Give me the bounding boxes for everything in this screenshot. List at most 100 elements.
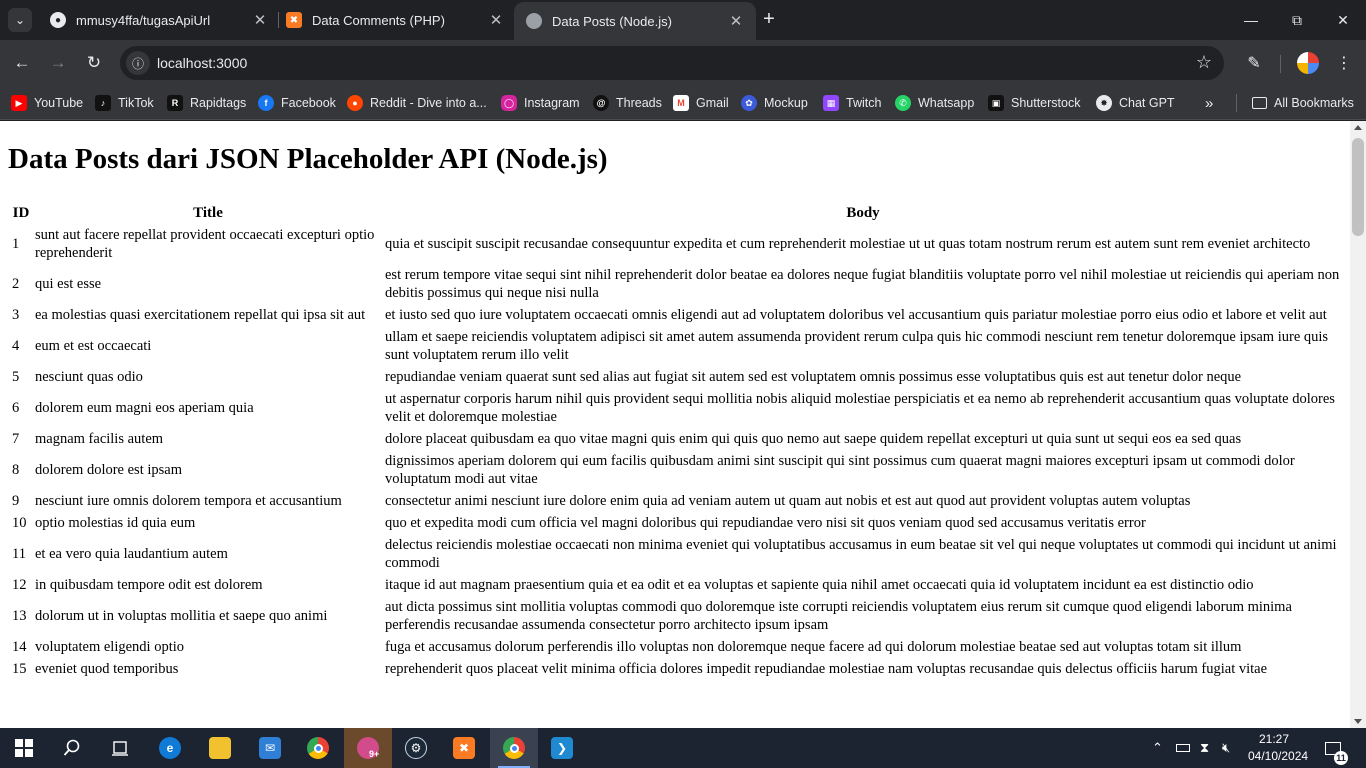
task-view-button[interactable] <box>96 728 144 768</box>
tab-github[interactable]: ● mmusy4ffa/tugasApiUrl ✕ <box>38 0 280 40</box>
bookmark-label: YouTube <box>34 96 84 110</box>
cell-id: 1 <box>12 236 20 252</box>
cell-id: 11 <box>12 546 26 562</box>
network-status[interactable]: ⧗ <box>1200 728 1209 768</box>
cell-body: dignissimos aperiam dolorem qui eum faci… <box>385 453 1295 487</box>
back-button[interactable]: ← <box>10 51 34 75</box>
cell-title: qui est esse <box>35 276 102 292</box>
bookmarks-divider <box>1236 94 1237 112</box>
scroll-down-icon[interactable] <box>1354 719 1362 724</box>
cell-body: quia et suscipit suscipit recusandae con… <box>385 236 1311 252</box>
cell-title: eveniet quod temporibus <box>35 661 179 677</box>
tab-search-button[interactable]: ⌄ <box>8 8 32 32</box>
taskbar-chrome[interactable] <box>294 728 342 768</box>
table-row: 8 dolorem dolore est ipsam dignissimos ape… <box>10 451 1342 489</box>
cell-id: 13 <box>12 608 27 624</box>
posts-table: ID Title Body 1 sunt aut facere repellat … <box>8 201 1344 681</box>
bookmark-label: Reddit - Dive into a... <box>370 96 487 110</box>
cell-id: 2 <box>12 276 20 292</box>
puzzle-icon: ✎ <box>1247 55 1261 72</box>
battery-icon <box>1176 744 1190 752</box>
vertical-scrollbar[interactable] <box>1350 121 1366 728</box>
bookmark-facebook[interactable]: f Facebook <box>258 92 336 114</box>
cell-body: fuga et accusamus dolorum perferendis il… <box>385 639 1242 655</box>
bookmark-rapidtags[interactable]: R Rapidtags <box>167 92 246 114</box>
taskbar-vscode[interactable]: ❯ <box>538 728 586 768</box>
cell-id: 12 <box>12 577 27 593</box>
arrow-right-icon: → <box>49 53 67 72</box>
facebook-icon: f <box>258 95 274 111</box>
cell-title: et ea vero quia laudantium autem <box>35 546 228 562</box>
table-row: 12 in quibusdam tempore odit est dolorem i… <box>10 575 1342 595</box>
table-row: 1 sunt aut facere repellat provident occa… <box>10 225 1342 263</box>
close-icon[interactable]: ✕ <box>488 11 504 29</box>
table-row: 5 nesciunt quas odio repudiandae veniam qu… <box>10 367 1342 387</box>
close-window-button[interactable]: ✕ <box>1320 0 1366 40</box>
chevron-up-icon: ⌃ <box>1152 740 1163 755</box>
reload-icon: ↻ <box>86 53 102 72</box>
address-bar[interactable]: ⓘ localhost:3000 ☆ <box>120 46 1224 80</box>
taskbar-steam[interactable]: ⚙ <box>392 728 440 768</box>
page-title: Data Posts dari JSON Placeholder API (No… <box>8 143 608 175</box>
scroll-up-icon[interactable] <box>1354 125 1362 130</box>
bookmark-shutterstock[interactable]: ▣ Shutterstock <box>988 92 1080 114</box>
volume-control[interactable]: 🔇︎ <box>1222 728 1230 768</box>
tab-data-comments[interactable]: ✖ Data Comments (PHP) ✕ <box>274 0 516 40</box>
all-bookmarks-button[interactable]: All Bookmarks <box>1252 92 1354 114</box>
rapidtags-icon: R <box>167 95 183 111</box>
close-icon[interactable]: ✕ <box>252 11 268 29</box>
taskbar-file-explorer[interactable] <box>196 728 244 768</box>
star-icon[interactable]: ☆ <box>1196 53 1212 71</box>
minimize-button[interactable]: — <box>1228 0 1274 40</box>
taskbar-mail[interactable]: ✉ <box>246 728 294 768</box>
url-text[interactable]: localhost:3000 <box>157 55 247 71</box>
bookmark-label: Rapidtags <box>190 96 247 110</box>
scrollbar-thumb[interactable] <box>1352 138 1364 236</box>
new-tab-button[interactable]: + <box>758 9 780 31</box>
bookmark-chatgpt[interactable]: ✸ Chat GPT <box>1096 92 1175 114</box>
table-header-row: ID Title Body <box>10 203 1342 223</box>
close-icon[interactable]: ✕ <box>728 12 744 30</box>
column-header-id: ID <box>12 205 30 221</box>
bookmark-threads[interactable]: @ Threads <box>593 92 662 114</box>
bookmark-youtube[interactable]: ▶ YouTube <box>11 92 83 114</box>
youtube-icon: ▶ <box>11 95 27 111</box>
menu-button[interactable]: ⋮ <box>1332 51 1356 75</box>
tab-data-posts[interactable]: Data Posts (Node.js) ✕ <box>514 2 756 40</box>
taskbar-edge[interactable]: e <box>146 728 194 768</box>
table-row: 11 et ea vero quia laudantium autem delect… <box>10 535 1342 573</box>
taskbar-xampp[interactable]: ✖ <box>440 728 488 768</box>
start-button[interactable] <box>0 728 48 768</box>
table-row: 4 eum et est occaecati ullam et saepe reic… <box>10 327 1342 365</box>
vscode-icon: ❯ <box>551 737 573 759</box>
twitch-icon: ▦ <box>823 95 839 111</box>
search-button[interactable] <box>48 728 96 768</box>
tray-chevron[interactable]: ⌃ <box>1152 728 1163 768</box>
taskbar-chrome-active[interactable] <box>490 728 538 768</box>
more-bookmarks-button[interactable]: » <box>1205 92 1213 114</box>
bookmark-label: Instagram <box>524 96 580 110</box>
restore-button[interactable]: ⧉ <box>1274 0 1320 40</box>
cell-title: nesciunt iure omnis dolorem tempora et a… <box>35 493 342 509</box>
profile-avatar[interactable] <box>1297 52 1319 74</box>
bookmark-whatsapp[interactable]: ✆ Whatsapp <box>895 92 974 114</box>
forward-button[interactable]: → <box>46 51 70 75</box>
taskbar-app-badge[interactable]: 9+ <box>344 728 392 768</box>
cell-body: repudiandae veniam quaerat sunt sed alia… <box>385 369 1242 385</box>
bookmark-twitch[interactable]: ▦ Twitch <box>823 92 881 114</box>
system-clock[interactable]: 21:27 04/10/2024 <box>1248 731 1308 765</box>
table-row: 13 dolorum ut in voluptas mollitia et sae… <box>10 597 1342 635</box>
arrow-left-icon: ← <box>13 53 31 72</box>
site-info-icon[interactable]: ⓘ <box>126 51 150 75</box>
reload-button[interactable]: ↻ <box>82 51 106 75</box>
bookmark-gmail[interactable]: M Gmail <box>673 92 729 114</box>
bookmark-tiktok[interactable]: ♪ TikTok <box>95 92 154 114</box>
bookmark-mockup[interactable]: ✿ Mockup <box>741 92 808 114</box>
bookmark-label: Whatsapp <box>918 96 975 110</box>
battery-status[interactable] <box>1176 728 1190 768</box>
bookmark-instagram[interactable]: ◯ Instagram <box>501 92 580 114</box>
bookmark-reddit[interactable]: ● Reddit - Dive into a... <box>347 92 487 114</box>
extensions-button[interactable]: ✎ <box>1242 51 1266 75</box>
column-header-title: Title <box>193 205 223 221</box>
bookmark-label: Mockup <box>764 96 808 110</box>
